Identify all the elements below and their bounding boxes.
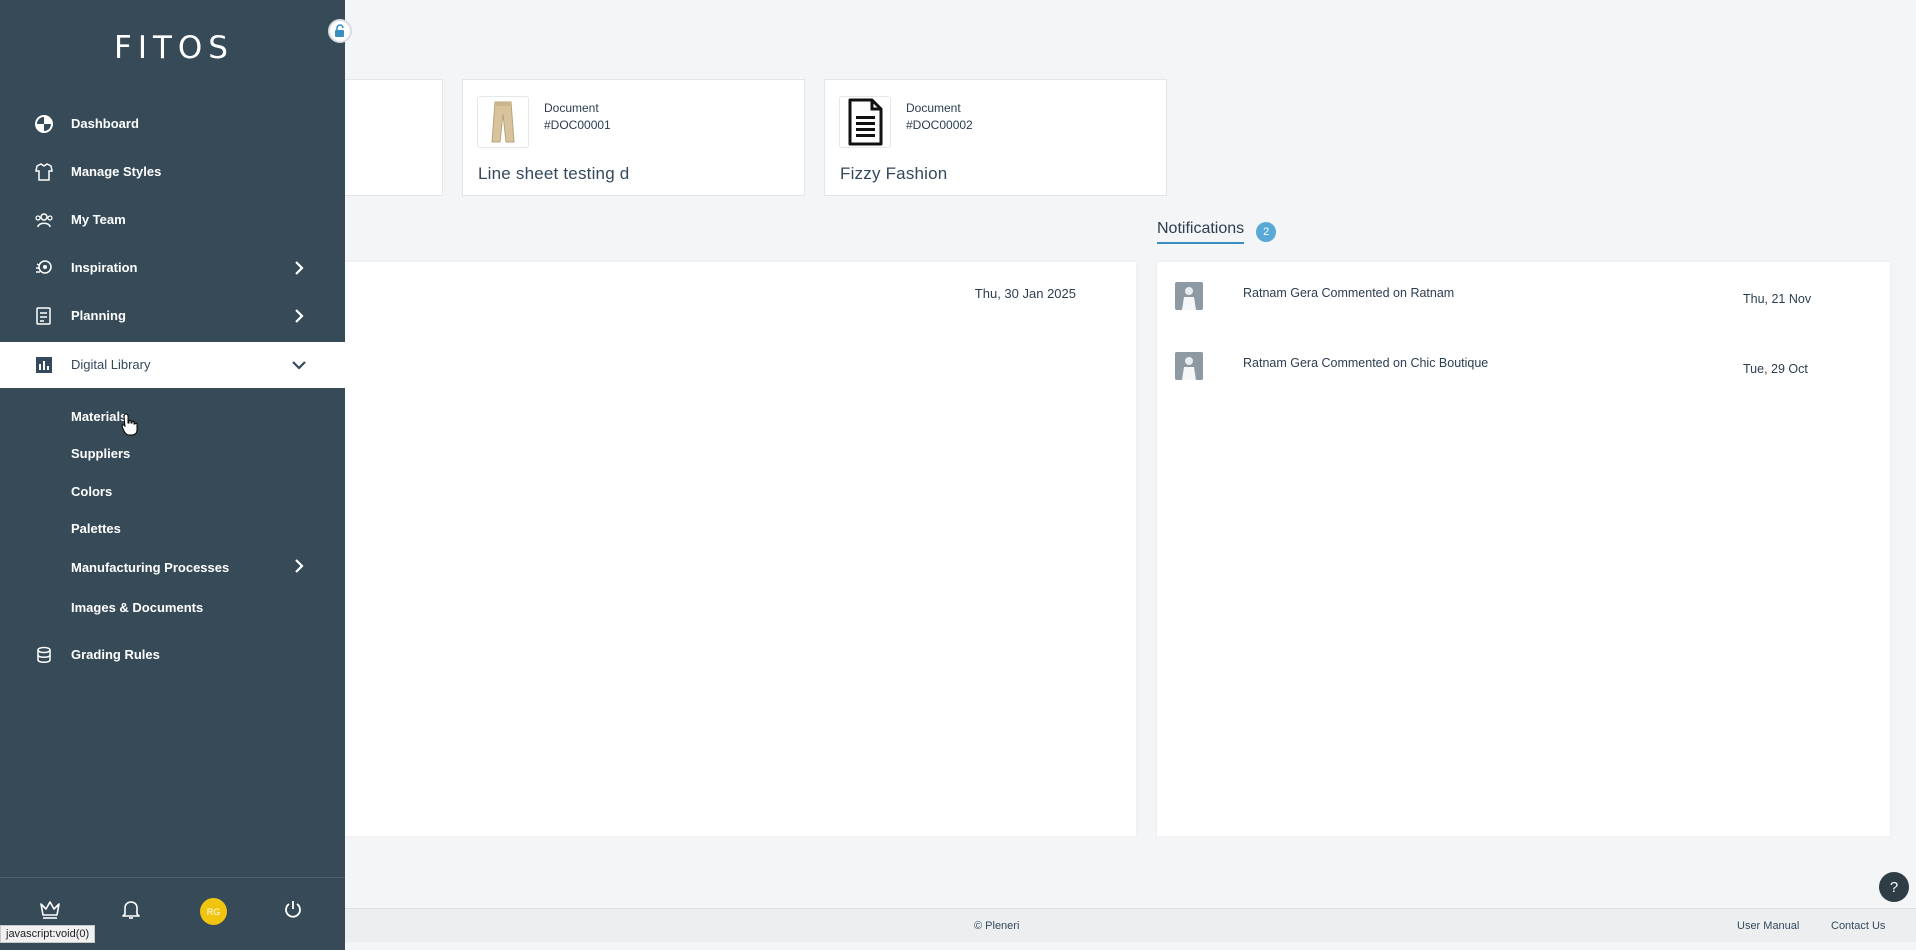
document-type: Document bbox=[544, 101, 599, 115]
sidebar-item-dashboard[interactable]: Dashboard bbox=[0, 101, 345, 147]
planning-icon bbox=[36, 307, 51, 325]
browser-status-bar: javascript:void(0) bbox=[0, 925, 96, 943]
sidebar-item-digital-library[interactable]: Digital Library bbox=[0, 342, 345, 388]
user-manual-link[interactable]: User Manual bbox=[1737, 920, 1799, 932]
document-type: Document bbox=[906, 101, 961, 115]
sidebar-item-label: Manage Styles bbox=[71, 164, 162, 179]
sidebar-item-inspiration[interactable]: Inspiration bbox=[0, 245, 345, 291]
avatar[interactable]: RG bbox=[200, 898, 227, 925]
document-id: #DOC00001 bbox=[544, 118, 611, 132]
contact-us-link[interactable]: Contact Us bbox=[1831, 920, 1885, 932]
chart-icon bbox=[36, 357, 52, 373]
grading-icon bbox=[37, 646, 51, 663]
document-card-2[interactable]: Document #DOC00002 Fizzy Fashion bbox=[824, 79, 1167, 196]
sidebar: FITOS Dashboard Manage Styles My Team In… bbox=[0, 0, 345, 950]
notification-date: Tue, 29 Oct bbox=[1743, 362, 1808, 376]
chevron-right-icon[interactable] bbox=[290, 557, 308, 575]
chevron-down-icon[interactable] bbox=[290, 356, 308, 374]
fitos-logo[interactable]: FITOS bbox=[114, 30, 234, 66]
chevron-right-icon[interactable] bbox=[290, 259, 308, 277]
sidebar-subitem-colors[interactable]: Colors bbox=[71, 484, 112, 499]
sidebar-subitem-images-documents[interactable]: Images & Documents bbox=[71, 600, 203, 615]
chevron-right-icon[interactable] bbox=[290, 307, 308, 325]
document-name[interactable]: Fizzy Fashion bbox=[840, 164, 947, 184]
sidebar-subitem-materials[interactable]: Materials bbox=[71, 409, 127, 424]
notification-item[interactable]: Ratnam Gera Commented on Ratnam Thu, 21 … bbox=[1175, 282, 1875, 312]
hanger-icon bbox=[35, 163, 53, 181]
help-button[interactable]: ? bbox=[1879, 872, 1909, 902]
power-icon[interactable] bbox=[281, 897, 305, 921]
notification-text: Ratnam Gera Commented on Ratnam bbox=[1243, 286, 1455, 300]
copyright-text: © Pleneri bbox=[974, 920, 1020, 932]
notification-avatar bbox=[1175, 282, 1203, 310]
crown-icon[interactable] bbox=[38, 897, 62, 921]
notifications-tab[interactable]: Notifications bbox=[1157, 220, 1245, 244]
sidebar-item-label: Dashboard bbox=[71, 116, 139, 131]
bell-icon[interactable] bbox=[119, 897, 143, 921]
notification-avatar bbox=[1175, 352, 1203, 380]
document-name[interactable]: Line sheet testing d bbox=[478, 164, 629, 184]
activity-date: Thu, 30 Jan 2025 bbox=[974, 286, 1076, 301]
notifications-panel: Ratnam Gera Commented on Ratnam Thu, 21 … bbox=[1157, 262, 1890, 836]
sidebar-item-my-team[interactable]: My Team bbox=[0, 197, 345, 243]
sidebar-item-manage-styles[interactable]: Manage Styles bbox=[0, 149, 345, 195]
notification-date: Thu, 21 Nov bbox=[1743, 292, 1812, 306]
notification-item[interactable]: Ratnam Gera Commented on Chic Boutique T… bbox=[1175, 352, 1875, 382]
sidebar-subitem-suppliers[interactable]: Suppliers bbox=[71, 446, 130, 461]
sidebar-item-label: Inspiration bbox=[71, 260, 138, 275]
inspiration-icon bbox=[36, 260, 52, 274]
pants-thumbnail bbox=[477, 96, 529, 148]
team-icon bbox=[35, 213, 53, 228]
sidebar-item-label: My Team bbox=[71, 212, 126, 227]
document-id: #DOC00002 bbox=[906, 118, 973, 132]
sidebar-subitem-manufacturing-processes[interactable]: Manufacturing Processes bbox=[71, 560, 229, 575]
notifications-header: Notifications 2 bbox=[1157, 220, 1277, 244]
sidebar-subitem-palettes[interactable]: Palettes bbox=[71, 521, 121, 536]
document-card-1[interactable]: Document #DOC00001 Line sheet testing d bbox=[462, 79, 805, 196]
notification-text: Ratnam Gera Commented on Chic Boutique bbox=[1243, 356, 1489, 370]
notifications-count-badge: 2 bbox=[1256, 222, 1277, 242]
document-icon bbox=[839, 96, 891, 148]
sidebar-item-label: Grading Rules bbox=[71, 647, 160, 662]
sidebar-item-label: Digital Library bbox=[71, 357, 151, 372]
sidebar-item-label: Planning bbox=[71, 308, 126, 323]
sidebar-item-grading-rules[interactable]: Grading Rules bbox=[0, 632, 345, 678]
pin-sidebar-button[interactable] bbox=[328, 19, 352, 43]
unlock-icon bbox=[335, 24, 344, 37]
footer: © Pleneri User Manual Contact Us bbox=[300, 908, 1916, 942]
activity-panel: Thu, 30 Jan 2025 bbox=[300, 262, 1136, 836]
hand-cursor-icon bbox=[121, 413, 138, 436]
dashboard-icon bbox=[35, 115, 53, 133]
sidebar-item-planning[interactable]: Planning bbox=[0, 293, 345, 339]
